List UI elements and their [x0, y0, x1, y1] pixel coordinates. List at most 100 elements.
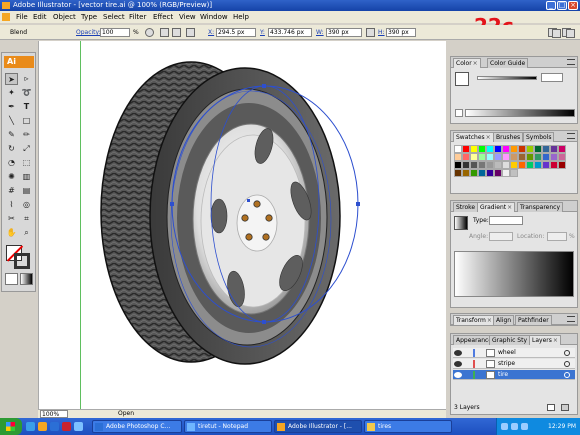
lasso-tool-icon[interactable]: ➰: [20, 87, 33, 99]
maximize-button[interactable]: □: [557, 1, 567, 10]
tab-color-guide[interactable]: Color Guide: [487, 58, 529, 68]
color-swatch[interactable]: [478, 153, 486, 161]
color-swatch[interactable]: [534, 161, 542, 169]
gradient-mode-icon[interactable]: [20, 273, 33, 285]
rectangle-tool-icon[interactable]: □: [20, 115, 33, 127]
new-layer-icon[interactable]: [547, 404, 555, 411]
color-swatch[interactable]: [478, 169, 486, 177]
artboard-canvas[interactable]: [38, 41, 446, 409]
color-swatch[interactable]: [462, 169, 470, 177]
scissors-tool-icon[interactable]: ✂: [5, 213, 18, 225]
symbol-sprayer-tool-icon[interactable]: ✺: [5, 171, 18, 183]
color-swatch[interactable]: [534, 145, 542, 153]
tab-color[interactable]: Color×: [453, 58, 481, 68]
transform-icon[interactable]: [186, 28, 195, 37]
delete-layer-icon[interactable]: [561, 404, 569, 411]
color-swatch[interactable]: [486, 161, 494, 169]
gradient-preview[interactable]: [454, 216, 468, 230]
line-tool-icon[interactable]: ╲: [5, 115, 18, 127]
color-swatch[interactable]: [550, 161, 558, 169]
color-swatch[interactable]: [486, 145, 494, 153]
tab-graphic-styles[interactable]: Graphic Sty: [489, 335, 530, 345]
color-swatch[interactable]: [478, 161, 486, 169]
color-swatch[interactable]: [486, 169, 494, 177]
taskbar-item-tires-folder[interactable]: tires: [364, 420, 452, 433]
menu-help[interactable]: Help: [233, 11, 249, 23]
color-spectrum-bar[interactable]: [465, 109, 575, 117]
tab-stroke[interactable]: Stroke: [453, 202, 479, 212]
color-swatch[interactable]: [462, 161, 470, 169]
color-swatch[interactable]: [518, 161, 526, 169]
color-swatch[interactable]: [462, 153, 470, 161]
menu-file[interactable]: File: [16, 11, 28, 23]
distribute-icon[interactable]: [172, 28, 181, 37]
gradient-tool-icon[interactable]: ▤: [20, 185, 33, 197]
gradient-type-select[interactable]: [489, 216, 523, 225]
selection-tool-icon[interactable]: ➤: [5, 73, 18, 85]
h-label[interactable]: H:: [378, 25, 385, 40]
color-swatch[interactable]: [510, 169, 518, 177]
free-transform-tool-icon[interactable]: ⬚: [20, 157, 33, 169]
volume-tray-icon[interactable]: [511, 423, 518, 430]
hand-tool-icon[interactable]: ✋: [5, 227, 18, 239]
layer-row-tire[interactable]: tire: [453, 370, 575, 380]
x-label[interactable]: X:: [208, 25, 214, 40]
layer-row-wheel[interactable]: wheel: [453, 348, 575, 358]
tab-transform[interactable]: Transform×: [453, 315, 495, 325]
none-swatch[interactable]: [455, 109, 463, 117]
menu-type[interactable]: Type: [81, 11, 97, 23]
layer-target-icon[interactable]: [564, 350, 570, 356]
color-slider[interactable]: [477, 76, 537, 80]
color-swatch[interactable]: [550, 153, 558, 161]
color-swatch[interactable]: [454, 169, 462, 177]
color-swatch[interactable]: [470, 169, 478, 177]
color-swatch[interactable]: [478, 145, 486, 153]
fill-stroke-preview[interactable]: [455, 72, 469, 86]
color-swatch[interactable]: [454, 145, 462, 153]
color-swatch[interactable]: [462, 145, 470, 153]
tab-symbols[interactable]: Symbols: [523, 132, 555, 142]
h-input[interactable]: 390 px: [386, 28, 416, 37]
close-button[interactable]: ×: [568, 1, 578, 10]
color-swatch[interactable]: [510, 161, 518, 169]
tab-transparency[interactable]: Transparency: [517, 202, 564, 212]
layer-row-stripe[interactable]: stripe: [453, 359, 575, 369]
tab-align[interactable]: Align: [493, 315, 515, 325]
location-input[interactable]: [547, 232, 567, 241]
w-label[interactable]: W:: [316, 25, 324, 40]
w-input[interactable]: 390 px: [326, 28, 362, 37]
network-tray-icon[interactable]: [501, 423, 508, 430]
warp-tool-icon[interactable]: ◔: [5, 157, 18, 169]
paintbrush-tool-icon[interactable]: ✎: [5, 129, 18, 141]
scale-tool-icon[interactable]: ⤢: [20, 143, 33, 155]
color-swatch[interactable]: [502, 145, 510, 153]
menu-filter[interactable]: Filter: [129, 11, 146, 23]
expand-panels-icon[interactable]: [566, 29, 575, 38]
collapse-panels-icon[interactable]: [552, 29, 561, 38]
opacity-label[interactable]: Opacity:: [76, 25, 101, 40]
color-swatch[interactable]: [510, 153, 518, 161]
color-swatch[interactable]: [494, 169, 502, 177]
zoom-tool-icon[interactable]: ⌕: [20, 227, 33, 239]
taskbar-item-illustrator[interactable]: Adobe Illustrator - [...: [274, 420, 362, 433]
zoom-level-field[interactable]: 100%: [40, 410, 68, 418]
menu-object[interactable]: Object: [53, 11, 76, 23]
start-button[interactable]: [0, 418, 22, 435]
color-swatch[interactable]: [518, 145, 526, 153]
color-swatch[interactable]: [470, 161, 478, 169]
slice-tool-icon[interactable]: ⌗: [20, 213, 33, 225]
opacity-input[interactable]: 100: [100, 28, 130, 37]
color-swatch[interactable]: [542, 145, 550, 153]
menu-view[interactable]: View: [179, 11, 196, 23]
visibility-eye-icon[interactable]: [454, 350, 462, 356]
color-swatch[interactable]: [486, 153, 494, 161]
illustrator-quicklaunch-icon[interactable]: [38, 422, 47, 431]
menu-effect[interactable]: Effect: [153, 11, 173, 23]
color-swatch[interactable]: [558, 153, 566, 161]
panel-menu-icon[interactable]: [567, 133, 575, 139]
color-swatch[interactable]: [470, 145, 478, 153]
style-icon[interactable]: [145, 28, 154, 37]
tab-swatches[interactable]: Swatches×: [453, 132, 494, 142]
color-swatch[interactable]: [542, 161, 550, 169]
direct-selection-tool-icon[interactable]: ▹: [20, 73, 33, 85]
